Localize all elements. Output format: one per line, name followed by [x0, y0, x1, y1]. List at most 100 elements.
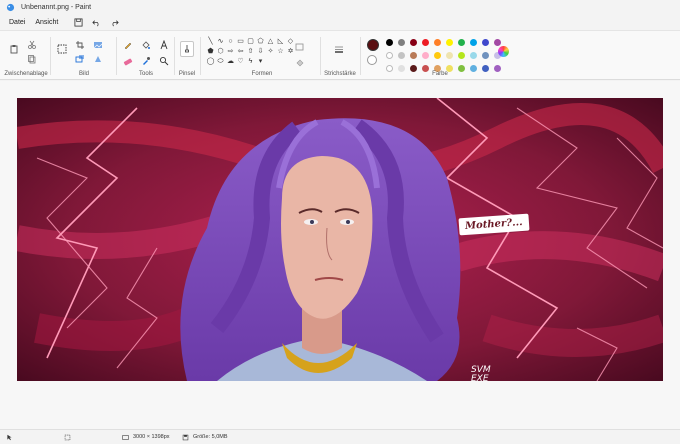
- stroke-size-icon[interactable]: [332, 43, 346, 57]
- brush-icon[interactable]: [180, 41, 194, 57]
- clipboard-label: Zwischenablage: [4, 71, 48, 77]
- magnifier-icon[interactable]: [158, 55, 170, 67]
- colors-label: Farbe: [432, 71, 448, 77]
- text-icon[interactable]: [158, 39, 170, 51]
- shapes-group: ╲ ∿ ○ ▭ ▢ ⬠ △ ◺ ◇ ⬟ ⬡ ⇨ ⇦ ⇧ ⇩ ✧ ☆ ✡ ◯ ⬭ …: [206, 35, 318, 79]
- stroke-size-label: Strichstärke: [324, 71, 356, 77]
- arrow-up-shape-icon[interactable]: ⇧: [246, 47, 255, 56]
- lightning-shape-icon[interactable]: ϟ: [246, 57, 255, 66]
- crop-icon[interactable]: [74, 39, 86, 51]
- callout-oval-shape-icon[interactable]: ⬭: [216, 57, 225, 66]
- right-triangle-shape-icon[interactable]: ◺: [276, 37, 285, 46]
- color-swatch[interactable]: [482, 39, 489, 46]
- color-swatch[interactable]: [386, 39, 393, 46]
- drawing-canvas[interactable]: Mother?... SVM EXE: [17, 98, 663, 381]
- artwork-illustration: [17, 98, 663, 381]
- star4-shape-icon[interactable]: ✧: [266, 47, 275, 56]
- image-group: Bild: [54, 35, 114, 79]
- color-swatch[interactable]: [434, 52, 441, 59]
- menu-bar: Datei Ansicht: [0, 14, 680, 30]
- save-icon[interactable]: [71, 16, 85, 28]
- hexagon-shape-icon[interactable]: ⬡: [216, 47, 225, 56]
- divider: [200, 37, 201, 75]
- fill-icon[interactable]: [140, 39, 152, 51]
- curve-shape-icon[interactable]: ∿: [216, 37, 225, 46]
- select-icon[interactable]: [56, 43, 68, 55]
- arrow-left-shape-icon[interactable]: ⇦: [236, 47, 245, 56]
- color-swatch[interactable]: [458, 39, 465, 46]
- file-size: Größe: 5,0MB: [182, 434, 228, 441]
- color-swatch[interactable]: [470, 39, 477, 46]
- redo-icon[interactable]: [107, 16, 121, 28]
- dimensions-icon: [122, 434, 129, 440]
- paste-icon[interactable]: [8, 43, 20, 55]
- selection-size-icon: [64, 434, 71, 441]
- arrow-down-shape-icon[interactable]: ⇩: [256, 47, 265, 56]
- color-swatch[interactable]: [398, 39, 405, 46]
- canvas-workspace: Mother?... SVM EXE: [0, 81, 680, 429]
- shapes-gallery: ╲ ∿ ○ ▭ ▢ ⬠ △ ◺ ◇ ⬟ ⬡ ⇨ ⇦ ⇧ ⇩ ✧ ☆ ✡ ◯ ⬭ …: [206, 37, 295, 66]
- resize-icon[interactable]: [74, 53, 86, 65]
- cut-icon[interactable]: [26, 39, 38, 51]
- pentagon-shape-icon[interactable]: ⬟: [206, 47, 215, 56]
- tools-label: Tools: [138, 71, 153, 77]
- color-swatch[interactable]: [386, 52, 393, 59]
- dimensions-text: 3000 × 1398px: [133, 434, 170, 440]
- color-swatch[interactable]: [458, 52, 465, 59]
- image-dimensions: 3000 × 1398px: [122, 434, 170, 441]
- tools-group: Tools: [120, 35, 172, 79]
- undo-icon[interactable]: [89, 16, 103, 28]
- color-swatch[interactable]: [410, 52, 417, 59]
- color-swatch[interactable]: [434, 39, 441, 46]
- file-size-icon: [182, 434, 189, 440]
- callout-round-shape-icon[interactable]: ◯: [206, 57, 215, 66]
- image-icon[interactable]: [92, 39, 104, 51]
- heart-shape-icon[interactable]: ♡: [236, 57, 245, 66]
- pencil-icon[interactable]: [122, 39, 134, 51]
- color-palette: [386, 39, 502, 73]
- edit-colors-icon[interactable]: [498, 46, 509, 57]
- color-swatch[interactable]: [422, 39, 429, 46]
- color-swatch[interactable]: [446, 52, 453, 59]
- file-size-text: Größe: 5,0MB: [193, 434, 228, 440]
- color-swatch[interactable]: [410, 39, 417, 46]
- color-picker-icon[interactable]: [140, 55, 152, 67]
- triangle-shape-icon[interactable]: △: [266, 37, 275, 46]
- color-swatch[interactable]: [446, 39, 453, 46]
- divider: [320, 37, 321, 75]
- rectangle-shape-icon[interactable]: ▭: [236, 37, 245, 46]
- rotate-icon[interactable]: [92, 53, 104, 65]
- brushes-group: Pinsel: [176, 35, 198, 79]
- brushes-label: Pinsel: [178, 71, 196, 77]
- shapes-more-icon[interactable]: ▾: [256, 57, 265, 66]
- primary-color-swatch[interactable]: [367, 39, 379, 51]
- cursor-position-icon: [6, 434, 13, 441]
- rounded-rectangle-shape-icon[interactable]: ▢: [246, 37, 255, 46]
- title-bar: Unbenannt.png - Paint: [0, 0, 680, 14]
- color-swatch[interactable]: [482, 52, 489, 59]
- callout-cloud-shape-icon[interactable]: ☁: [226, 57, 235, 66]
- menu-file[interactable]: Datei: [4, 19, 30, 26]
- color-swatch[interactable]: [494, 39, 501, 46]
- shapes-label: Formen: [251, 71, 273, 77]
- image-label: Bild: [78, 71, 89, 77]
- menu-view[interactable]: Ansicht: [30, 19, 63, 26]
- color-swatch[interactable]: [470, 52, 477, 59]
- line-shape-icon[interactable]: ╲: [206, 37, 215, 46]
- eraser-icon[interactable]: [122, 55, 134, 67]
- colors-group: Farbe: [364, 35, 516, 79]
- outline-icon[interactable]: [294, 41, 306, 53]
- polygon-shape-icon[interactable]: ⬠: [256, 37, 265, 46]
- oval-shape-icon[interactable]: ○: [226, 37, 235, 46]
- divider: [50, 37, 51, 75]
- secondary-color-swatch[interactable]: [367, 55, 377, 65]
- stroke-size-group: Strichstärke: [322, 35, 358, 79]
- copy-icon[interactable]: [26, 53, 38, 65]
- artist-signature: SVM EXE: [471, 365, 491, 382]
- color-swatch[interactable]: [398, 52, 405, 59]
- color-swatch[interactable]: [422, 52, 429, 59]
- star5-shape-icon[interactable]: ☆: [276, 47, 285, 56]
- status-bar: 3000 × 1398px Größe: 5,0MB: [0, 429, 680, 444]
- arrow-right-shape-icon[interactable]: ⇨: [226, 47, 235, 56]
- shape-fill-icon[interactable]: [294, 57, 306, 69]
